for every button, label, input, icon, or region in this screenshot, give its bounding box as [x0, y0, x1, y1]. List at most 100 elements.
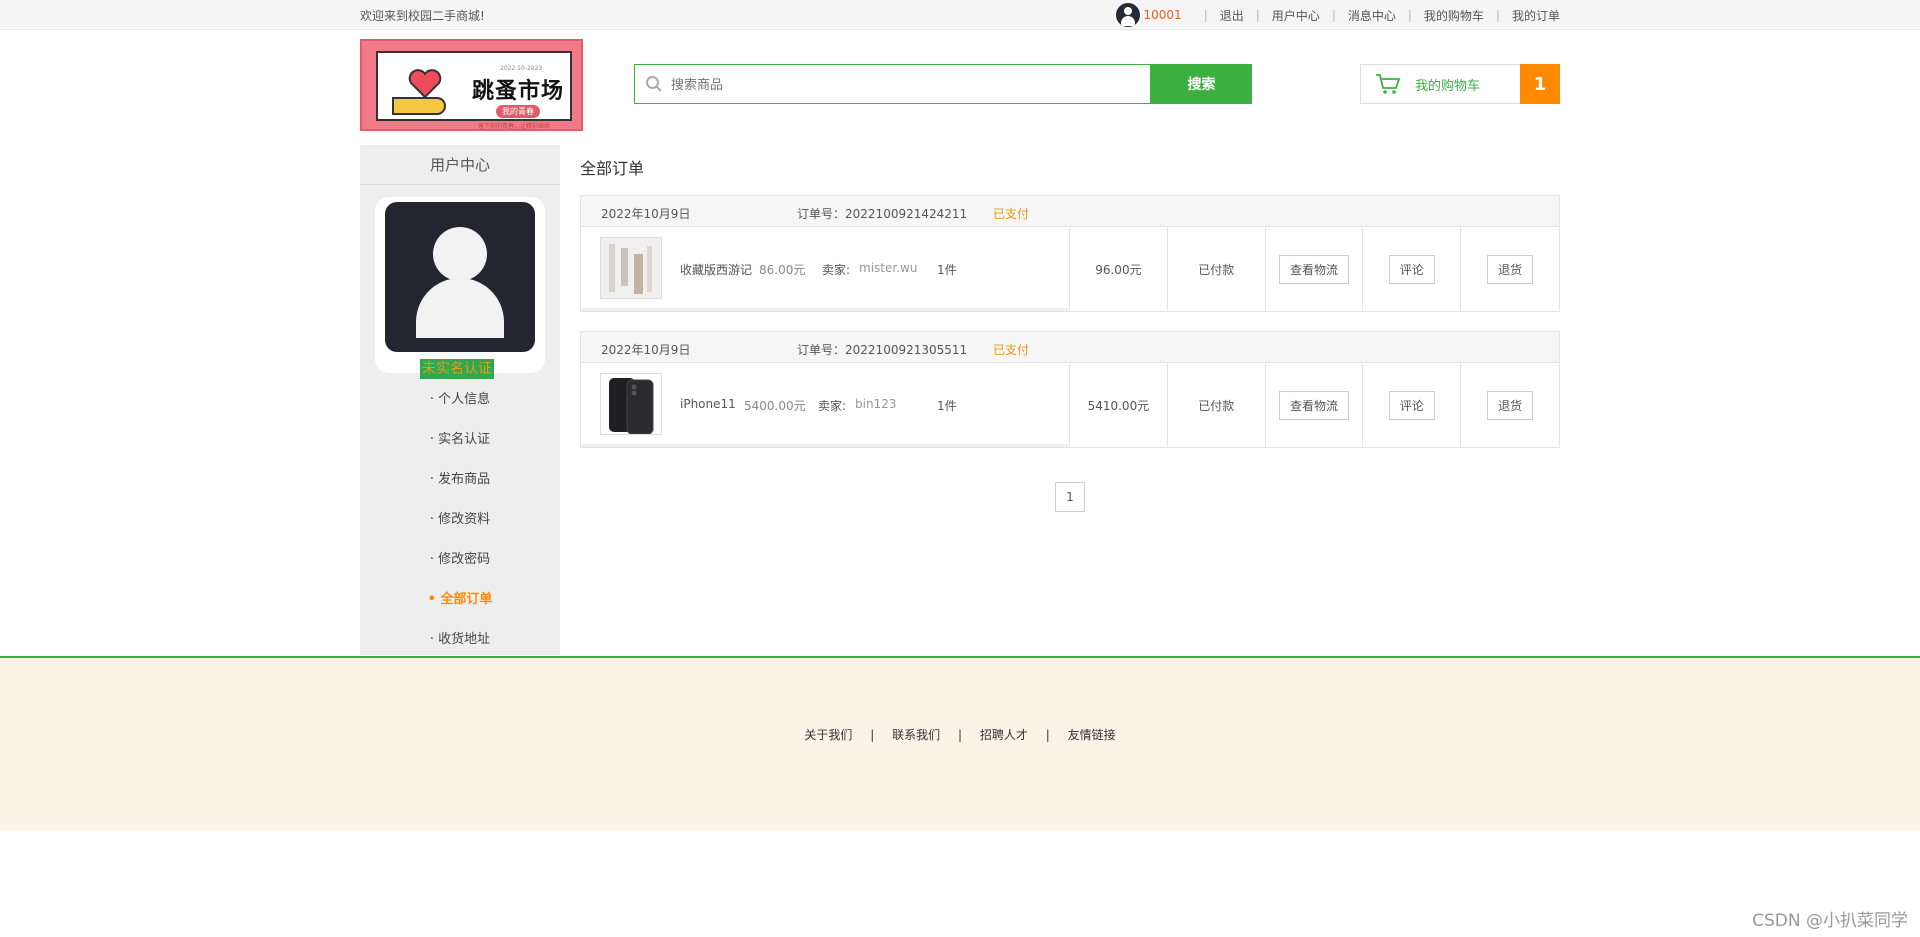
verification-badge: 未实名认证 [420, 359, 494, 379]
watermark: CSDN @小扒菜同学 [1752, 911, 1908, 931]
order-card: 2022年10月9日 订单号：2022100921424211 已支付 收藏版西… [580, 195, 1560, 312]
sidebar-item-real-name[interactable]: · 实名认证 [360, 420, 560, 460]
order-number: 订单号：2022100921424211 [797, 205, 967, 222]
product-thumbnail[interactable] [600, 373, 662, 435]
seller-name: mister.wu [859, 261, 918, 275]
action-cell: 退货 [1461, 227, 1559, 311]
sidebar-item-personal-info[interactable]: · 个人信息 [360, 380, 560, 420]
review-button[interactable]: 评论 [1388, 254, 1435, 284]
order-total: 5410.00元 [1070, 363, 1168, 447]
sidebar: 用户中心 未实名认证 · 个人信息 · 实名认证 · 发布商品 · 修改资料 ·… [360, 145, 560, 655]
message-center-link[interactable]: 消息中心 [1348, 7, 1396, 24]
my-cart-link[interactable]: 我的购物车 [1424, 7, 1484, 24]
cart-widget[interactable]: 我的购物车 1 [1360, 64, 1560, 104]
product-thumbnail[interactable] [600, 237, 662, 299]
logo-title: 跳蚤市场 [472, 79, 565, 104]
view-logistics-button[interactable]: 查看物流 [1278, 390, 1349, 420]
action-cell: 退货 [1461, 363, 1559, 447]
divider: | [1203, 8, 1208, 22]
logo-slogan: 留下你的青春，让精彩继续 [478, 123, 551, 130]
product-price: 5400.00元 [744, 399, 806, 413]
avatar[interactable] [385, 202, 535, 352]
sidebar-item-address[interactable]: · 收货地址 [360, 620, 560, 660]
order-goods: 收藏版西游记 86.00元 卖家: mister.wu 1件 [581, 227, 1070, 311]
order-status: 已支付 [993, 207, 1030, 221]
action-cell: 评论 [1363, 227, 1462, 311]
divider: | [957, 728, 963, 742]
review-button[interactable]: 评论 [1388, 390, 1435, 420]
order-date: 2022年10月9日 [601, 343, 691, 357]
user-center-link[interactable]: 用户中心 [1272, 7, 1320, 24]
site-logo[interactable]: 2022.10-2023 跳蚤市场 我的青春 留下你的青春，让精彩继续 [360, 39, 583, 131]
divider: | [1045, 728, 1050, 742]
search-input[interactable] [671, 76, 1131, 92]
sidebar-menu: · 个人信息 · 实名认证 · 发布商品 · 修改资料 · 修改密码 • 全部订… [360, 380, 560, 660]
footer-link-contact[interactable]: 联系我们 [892, 728, 940, 742]
sidebar-item-change-password[interactable]: · 修改密码 [360, 540, 560, 580]
phone-image-icon [601, 374, 661, 434]
profile-card: 未实名认证 [375, 197, 545, 379]
order-number-label: 订单号： [797, 343, 846, 357]
top-bar: 欢迎来到校园二手商城! 10001 | 退出 | 用户中心 | 消息中心 | 我… [0, 0, 1920, 30]
sidebar-item-publish[interactable]: · 发布商品 [360, 460, 560, 500]
footer-links: 关于我们 | 联系我们 | 招聘人才 | 友情链接 [0, 726, 1920, 743]
cart-icon [1376, 74, 1401, 94]
order-total: 96.00元 [1070, 227, 1168, 311]
logout-link[interactable]: 退出 [1220, 7, 1244, 24]
divider: | [1331, 8, 1336, 22]
pagination-page[interactable]: 1 [1055, 482, 1085, 512]
logo-paper: 2022.10-2023 跳蚤市场 我的青春 留下你的青春，让精彩继续 [376, 51, 572, 129]
order-body: 收藏版西游记 86.00元 卖家: mister.wu 1件 96.00元 已付… [581, 227, 1559, 311]
heart-icon [408, 69, 442, 99]
return-button[interactable]: 退货 [1487, 254, 1534, 284]
search-bar: 搜索 [634, 64, 1252, 104]
search-button[interactable]: 搜索 [1151, 64, 1252, 104]
search-box [634, 64, 1151, 104]
seller-name: bin123 [855, 397, 897, 411]
payment-state: 已付款 [1168, 227, 1266, 311]
action-cell: 评论 [1363, 363, 1462, 447]
return-button[interactable]: 退货 [1487, 390, 1534, 420]
action-cell: 查看物流 [1266, 227, 1364, 311]
seller-label: 卖家: [822, 263, 851, 277]
seller-label: 卖家: [818, 399, 847, 413]
welcome-text: 欢迎来到校园二手商城! [360, 9, 485, 23]
sidebar-item-all-orders[interactable]: • 全部订单 [360, 580, 560, 620]
divider: | [1407, 8, 1412, 22]
order-card: 2022年10月9日 订单号：2022100921305511 已支付 iPho… [580, 331, 1560, 448]
order-header: 2022年10月9日 订单号：2022100921305511 已支付 [581, 332, 1559, 363]
product-quantity: 1件 [937, 263, 957, 277]
user-avatar-icon[interactable] [1115, 3, 1140, 27]
logo-small-top: 2022.10-2023 [500, 65, 543, 72]
footer-link-friends[interactable]: 友情链接 [1068, 728, 1116, 742]
divider: | [1255, 8, 1260, 22]
top-nav: 10001 | 退出 | 用户中心 | 消息中心 | 我的购物车 | 我的订单 [1115, 3, 1560, 27]
payment-state: 已付款 [1168, 363, 1266, 447]
my-orders-link[interactable]: 我的订单 [1512, 7, 1560, 24]
cart-count-badge: 1 [1520, 64, 1560, 104]
product-name[interactable]: 收藏版西游记 [680, 261, 752, 278]
order-body: iPhone11 5400.00元 卖家: bin123 1件 5410.00元… [581, 363, 1559, 447]
order-date: 2022年10月9日 [601, 207, 691, 221]
product-price: 86.00元 [759, 263, 806, 277]
view-logistics-button[interactable]: 查看物流 [1278, 254, 1349, 284]
footer: 关于我们 | 联系我们 | 招聘人才 | 友情链接 [0, 656, 1920, 830]
product-name[interactable]: iPhone11 [680, 397, 736, 411]
order-status: 已支付 [993, 343, 1030, 357]
order-number-value: 2022100921424211 [845, 207, 968, 221]
divider: | [1495, 8, 1500, 22]
order-header: 2022年10月9日 订单号：2022100921424211 已支付 [581, 196, 1559, 227]
search-icon [646, 76, 662, 92]
order-number-value: 2022100921305511 [845, 343, 968, 357]
product-quantity: 1件 [937, 399, 957, 413]
sidebar-item-edit-profile[interactable]: · 修改资料 [360, 500, 560, 540]
sidebar-title: 用户中心 [360, 145, 560, 185]
user-id-link[interactable]: 10001 [1144, 8, 1182, 22]
action-cell: 查看物流 [1266, 363, 1364, 447]
order-number: 订单号：2022100921305511 [797, 341, 967, 358]
order-number-label: 订单号： [797, 207, 846, 221]
footer-link-jobs[interactable]: 招聘人才 [980, 728, 1028, 742]
cart-label-wrap[interactable]: 我的购物车 [1361, 65, 1520, 103]
hand-icon [392, 97, 446, 115]
footer-link-about[interactable]: 关于我们 [804, 728, 852, 742]
